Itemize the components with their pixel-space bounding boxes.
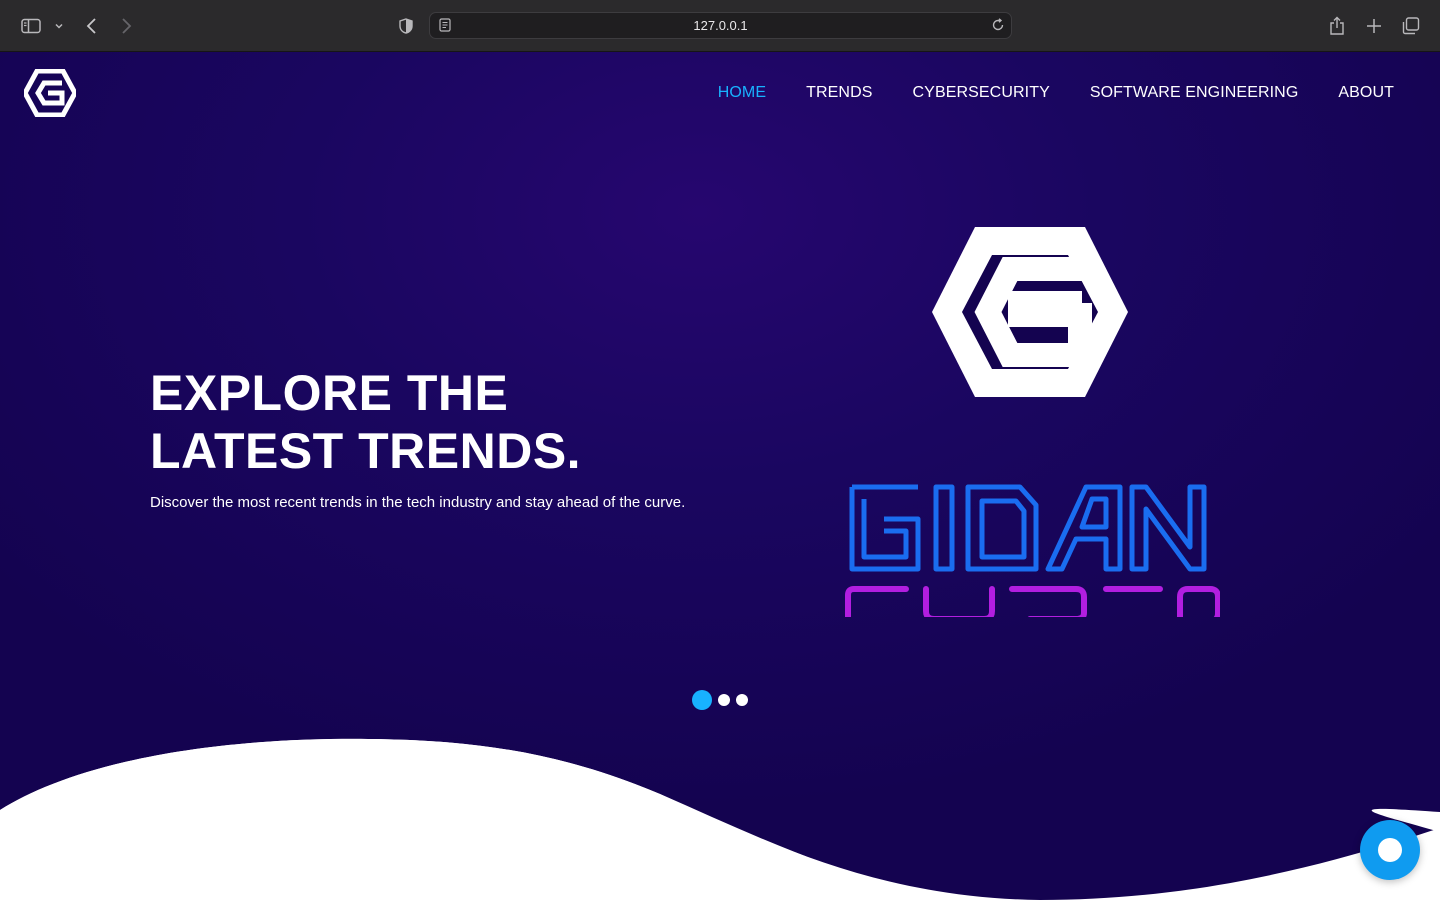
share-icon[interactable] — [1326, 12, 1348, 40]
hexagon-g-icon — [932, 227, 1128, 397]
address-bar[interactable]: 127.0.0.1 — [429, 12, 1012, 39]
carousel-dot-2[interactable] — [718, 694, 730, 706]
forward-icon[interactable] — [116, 12, 136, 40]
nav-about[interactable]: ABOUT — [1338, 84, 1394, 102]
nav-software-engineering[interactable]: SOFTWARE ENGINEERING — [1090, 84, 1299, 102]
main-nav: HOME TRENDS CYBERSECURITY SOFTWARE ENGIN… — [678, 84, 1394, 102]
nav-cybersecurity[interactable]: CYBERSECURITY — [913, 84, 1050, 102]
reload-icon[interactable] — [991, 18, 1005, 37]
hero-section: HOME TRENDS CYBERSECURITY SOFTWARE ENGIN… — [0, 52, 1440, 900]
carousel-dot-1[interactable] — [692, 690, 712, 710]
chat-button[interactable] — [1360, 820, 1420, 880]
site-logo[interactable] — [22, 68, 78, 118]
carousel-indicators — [692, 690, 754, 710]
gidan-cyber-brand-logo — [845, 227, 1220, 617]
carousel-dot-3[interactable] — [736, 694, 748, 706]
browser-toolbar: 127.0.0.1 — [0, 0, 1440, 52]
back-icon[interactable] — [82, 12, 102, 40]
nav-home[interactable]: HOME — [718, 84, 766, 102]
chat-bubble-icon — [1378, 838, 1402, 862]
hero-subtitle: Discover the most recent trends in the t… — [150, 494, 686, 511]
new-tab-icon[interactable] — [1363, 12, 1385, 40]
url-text[interactable]: 127.0.0.1 — [430, 18, 1011, 33]
nav-trends[interactable]: TRENDS — [806, 84, 872, 102]
chevron-down-icon[interactable] — [52, 12, 66, 40]
sidebar-icon[interactable] — [18, 12, 44, 40]
shield-icon[interactable] — [396, 12, 416, 40]
brand-wordmark-cyber — [845, 586, 1220, 617]
tabs-overview-icon[interactable] — [1400, 12, 1422, 40]
brand-wordmark-gidan — [849, 484, 1207, 572]
hero-headline: EXPLORE THE LATEST TRENDS. — [150, 365, 582, 479]
